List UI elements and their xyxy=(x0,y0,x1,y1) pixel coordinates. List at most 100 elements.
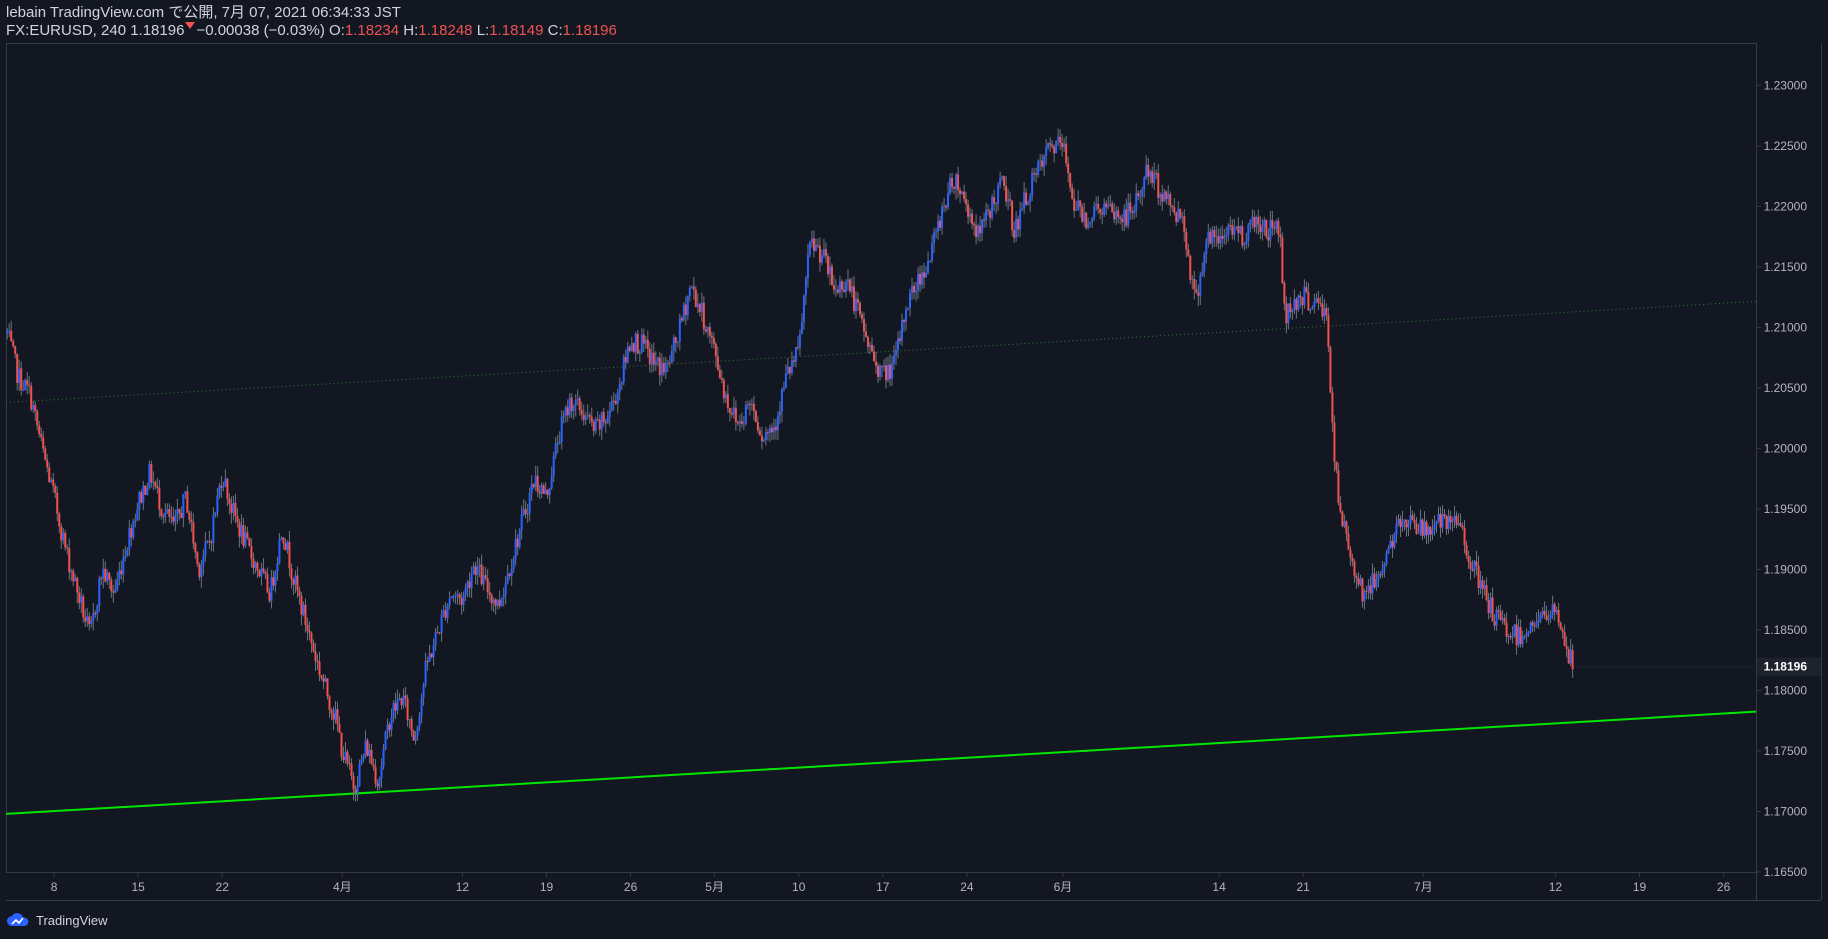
candle-body xyxy=(1347,533,1350,550)
candle-body xyxy=(931,243,934,261)
symbol-label[interactable]: FX:EURUSD, 240 1.18196 xyxy=(6,22,184,39)
candle-body xyxy=(74,577,77,582)
candle-body xyxy=(838,281,841,293)
candle-body xyxy=(650,352,653,365)
candle-body xyxy=(692,286,695,290)
candle-body xyxy=(526,513,529,515)
candle-body xyxy=(438,632,441,634)
candle-body xyxy=(760,435,763,442)
candle-body xyxy=(690,286,693,288)
candle-body xyxy=(642,334,645,344)
candle-body xyxy=(110,579,113,592)
candle-body xyxy=(324,678,327,682)
price-chart[interactable]: 1.23000 1.22500 1.22000 1.21500 1.21000 1.205… xyxy=(0,0,1828,939)
candle-body xyxy=(784,373,787,388)
candle-body xyxy=(754,410,757,423)
candle-body xyxy=(1067,163,1070,174)
candle-body xyxy=(1539,614,1542,620)
candle-body xyxy=(700,302,703,313)
candle-body xyxy=(891,363,894,379)
candle-body xyxy=(1213,229,1216,237)
candle-body xyxy=(1497,609,1500,612)
candle-body xyxy=(144,485,147,495)
candle-body xyxy=(1097,203,1100,209)
candle-body xyxy=(1043,156,1046,167)
candle-body xyxy=(648,348,651,365)
candle-body xyxy=(436,632,439,634)
candle-body xyxy=(208,540,211,542)
candle-body xyxy=(1475,561,1478,566)
candle-body xyxy=(967,204,970,217)
footer-branding[interactable]: TradingView xyxy=(6,910,108,930)
candle-body xyxy=(744,404,747,424)
candle-body xyxy=(1077,200,1080,210)
candle-body xyxy=(736,421,739,424)
candle-body xyxy=(516,538,519,548)
candle-body xyxy=(710,335,713,338)
candle-body xyxy=(1491,597,1494,622)
time-tick-label: 26 xyxy=(1717,880,1731,894)
candle-body xyxy=(897,338,900,351)
candle-body xyxy=(404,695,407,699)
candle-body xyxy=(376,783,379,787)
candle-body xyxy=(1333,422,1336,462)
candle-body xyxy=(568,397,571,416)
candle-body xyxy=(832,285,835,290)
candle-body xyxy=(332,713,335,720)
open-label: O: xyxy=(329,22,345,39)
price-tick-label: 1.22500 xyxy=(1764,139,1808,153)
candle-body xyxy=(174,514,177,522)
candle-body xyxy=(260,568,263,577)
candle-body xyxy=(1413,519,1416,524)
candle-body xyxy=(238,522,241,537)
candle-body xyxy=(514,538,517,559)
candle-body xyxy=(166,508,169,513)
candle-body xyxy=(682,304,685,321)
candle-body xyxy=(54,485,57,493)
candle-body xyxy=(450,596,453,599)
candle-body xyxy=(362,755,365,760)
candle-body xyxy=(412,730,415,741)
candle-body xyxy=(146,487,149,495)
candle-body xyxy=(474,566,477,575)
time-tick-label: 10 xyxy=(792,880,806,894)
candle-body xyxy=(1031,172,1034,196)
candle-body xyxy=(442,610,445,615)
candle-body xyxy=(1569,649,1572,664)
candle-body xyxy=(284,543,287,551)
high-value: 1.18248 xyxy=(418,22,473,39)
candle-body xyxy=(158,488,161,510)
candle-body xyxy=(856,298,859,303)
candle-body xyxy=(1567,649,1570,664)
candle-body xyxy=(1283,282,1286,304)
candle-body xyxy=(1439,514,1442,528)
candle-body xyxy=(820,255,823,263)
candle-body xyxy=(316,661,319,663)
candle-body xyxy=(302,604,305,615)
candle-body xyxy=(1171,205,1174,208)
candle-body xyxy=(380,766,383,779)
candle-body xyxy=(614,400,617,404)
candle-body xyxy=(462,595,465,605)
candle-body xyxy=(572,405,575,411)
candle-body xyxy=(925,272,928,278)
candle-body xyxy=(1363,590,1366,602)
candle-body xyxy=(1451,520,1454,523)
candle-body xyxy=(378,778,381,787)
time-tick-label: 6月 xyxy=(1054,880,1073,894)
candle-body xyxy=(1423,521,1426,536)
candle-body xyxy=(1381,569,1384,575)
low-value: 1.18149 xyxy=(489,22,544,39)
candle-body xyxy=(644,339,647,344)
candle-body xyxy=(945,205,948,208)
candle-body xyxy=(1349,549,1352,558)
candle-body xyxy=(1555,610,1558,613)
time-tick-label: 12 xyxy=(456,880,470,894)
candle-body xyxy=(1417,533,1420,535)
candle-body xyxy=(590,416,593,422)
price-tick-label: 1.18500 xyxy=(1764,623,1808,637)
candle-body xyxy=(504,582,507,595)
candle-body xyxy=(1233,227,1236,235)
candle-body xyxy=(340,732,343,757)
candle-body xyxy=(308,630,311,633)
